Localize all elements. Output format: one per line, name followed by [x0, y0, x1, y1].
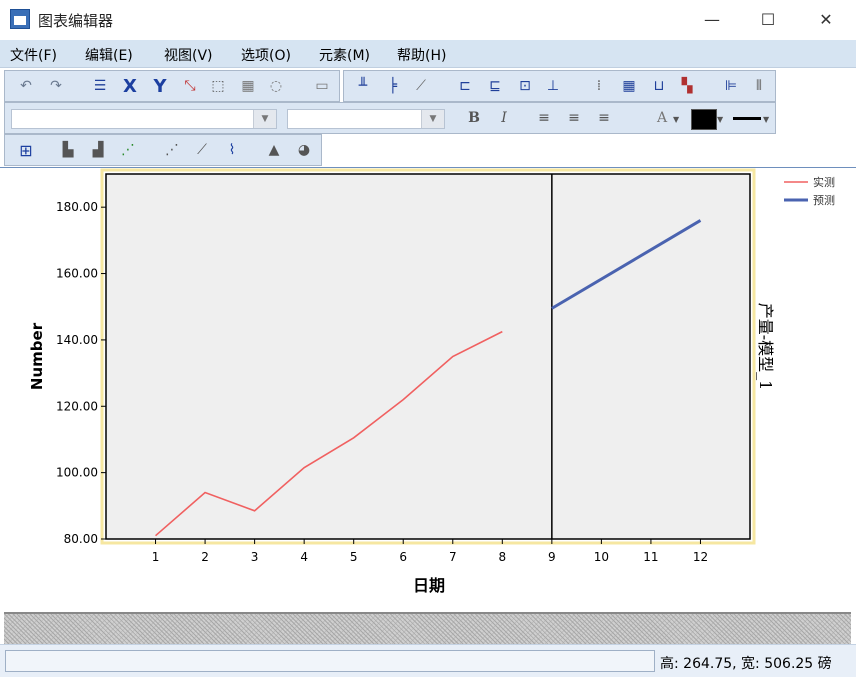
grid-icon[interactable]: ⁞: [590, 78, 608, 95]
chevron-down-icon[interactable]: ▼: [763, 115, 769, 124]
menu-help[interactable]: 帮助(H): [397, 45, 446, 65]
title-icon[interactable]: ⊏: [456, 78, 474, 95]
pie-chart-icon[interactable]: ◕: [295, 142, 313, 159]
fill-color-swatch[interactable]: [691, 109, 717, 130]
x-ref-line-icon[interactable]: ╞: [384, 78, 402, 95]
y-axis-icon[interactable]: Y: [151, 78, 169, 96]
scatter-color-icon[interactable]: ⋰: [119, 142, 137, 159]
table-grid-icon[interactable]: ▦: [620, 78, 638, 95]
format-toolbar: ▼ ▼ B I ≡ ≡ ≡ A ▼ ▼ ▼: [4, 102, 776, 134]
align-center-icon[interactable]: ≡: [565, 110, 583, 127]
x-tick-label: 3: [251, 550, 259, 564]
chart-editor-app-icon: [10, 9, 30, 29]
plot-area[interactable]: [105, 173, 751, 540]
scatter-fit-icon[interactable]: ⟋: [193, 142, 211, 159]
x-tick-label: 4: [300, 550, 308, 564]
italic-button[interactable]: I: [495, 110, 513, 127]
line-chart-icon[interactable]: ⌇: [223, 142, 241, 159]
chart-type-toolbar: ⊞ ▙ ▟ ⋰ ⋰ ⟋ ⌇ ▲ ◕: [4, 134, 322, 166]
x-tick-label: 1: [152, 550, 160, 564]
align-right-icon[interactable]: ≡: [595, 110, 613, 127]
chart-elements-toolbar: ╨ ╞ ⟋ ⊏ ⊑ ⊡ ⊥ ⁞ ▦ ⊔ ▚ ⊫ ⦀: [343, 70, 776, 102]
menu-bar: 文件(F) 编辑(E) 视图(V) 选项(O) 元素(M) 帮助(H): [0, 40, 856, 68]
scatter-icon[interactable]: ⋰: [163, 142, 181, 159]
legend[interactable]: 实测预测: [784, 175, 835, 207]
line-style-icon[interactable]: [733, 117, 761, 120]
x-tick-label: 7: [449, 550, 457, 564]
bar-order-icon[interactable]: ⊫: [722, 78, 740, 95]
status-message-field: [5, 650, 655, 672]
font-size-combo[interactable]: ▼: [287, 109, 445, 129]
y-tick-label: 160.00: [56, 267, 98, 281]
x-axis-icon[interactable]: X: [121, 78, 139, 96]
legend-label: 预测: [813, 194, 835, 207]
area-chart-icon[interactable]: ▲: [265, 142, 283, 159]
redo-icon[interactable]: ↷: [47, 78, 65, 95]
chevron-down-icon[interactable]: ▼: [717, 115, 723, 124]
maximize-button[interactable]: ☐: [740, 0, 796, 40]
y-ref-line-icon[interactable]: ╨: [354, 78, 372, 95]
menu-elements[interactable]: 元素(M): [319, 45, 370, 65]
title-bar: 图表编辑器 — ☐ ✕: [0, 0, 856, 41]
chart[interactable]: 80.00100.00120.00140.00160.00180.00 1234…: [0, 167, 856, 612]
x-tick-label: 12: [693, 550, 708, 564]
window-title: 图表编辑器: [38, 12, 114, 30]
y-tick-label: 140.00: [56, 333, 98, 347]
hide-icon[interactable]: ▭: [313, 78, 331, 95]
chevron-down-icon[interactable]: ▼: [253, 110, 276, 128]
y-tick-label: 120.00: [56, 399, 98, 413]
y-tick-label: 100.00: [56, 466, 98, 480]
bar-chart-icon[interactable]: ▙: [59, 142, 77, 159]
annotation-icon[interactable]: ⊡: [516, 78, 534, 95]
scale-icon[interactable]: ⤡: [181, 78, 199, 95]
minimize-button[interactable]: —: [684, 0, 740, 40]
close-button[interactable]: ✕: [798, 0, 854, 40]
bold-button[interactable]: B: [465, 110, 483, 127]
right-axis-title[interactable]: 产量-模型_1: [756, 303, 775, 391]
data-label-icon[interactable]: ⊔: [650, 78, 668, 95]
x-axis-label[interactable]: 日期: [413, 576, 445, 595]
textbox-icon[interactable]: ⊥: [544, 78, 562, 95]
legend-label: 实测: [813, 175, 835, 189]
chevron-down-icon[interactable]: ▼: [421, 110, 444, 128]
resize-icon[interactable]: ⬚: [209, 78, 227, 95]
edit-toolbar: ↶ ↷ ☰ X Y ⤡ ⬚ ▦ ◌ ▭: [4, 70, 340, 102]
properties-icon[interactable]: ☰: [91, 78, 109, 95]
y-tick-label: 180.00: [56, 200, 98, 214]
menu-options[interactable]: 选项(O): [241, 45, 291, 65]
status-dimensions: 高: 264.75, 宽: 506.25 磅: [660, 656, 832, 672]
chevron-down-icon[interactable]: ▼: [673, 115, 679, 124]
canvas-bottom-hatch: [4, 612, 851, 644]
text-color-button[interactable]: A: [653, 110, 671, 127]
menu-edit[interactable]: 编辑(E): [85, 45, 133, 65]
y-axis-label[interactable]: Number: [28, 322, 46, 390]
menu-file[interactable]: 文件(F): [10, 45, 57, 65]
x-tick-label: 6: [399, 550, 407, 564]
legend-icon[interactable]: ▚: [678, 78, 696, 95]
footnote-icon[interactable]: ⊑: [486, 78, 504, 95]
undo-icon[interactable]: ↶: [17, 78, 35, 95]
stacked-bar-icon[interactable]: ▟: [89, 142, 107, 159]
x-tick-label: 11: [643, 550, 658, 564]
x-tick-label: 2: [201, 550, 209, 564]
select-icon[interactable]: ⊞: [17, 142, 35, 159]
menu-view[interactable]: 视图(V): [164, 45, 213, 65]
align-left-icon[interactable]: ≡: [535, 110, 553, 127]
x-tick-label: 8: [498, 550, 506, 564]
lasso-icon[interactable]: ◌: [267, 78, 285, 95]
x-tick-label: 10: [594, 550, 609, 564]
x-tick-label: 9: [548, 550, 556, 564]
x-tick-label: 5: [350, 550, 358, 564]
font-family-combo[interactable]: ▼: [11, 109, 277, 129]
transpose-icon[interactable]: ▦: [239, 78, 257, 95]
y-tick-label: 80.00: [64, 532, 98, 546]
status-bar: 高: 264.75, 宽: 506.25 磅: [0, 644, 856, 677]
bar-stack-icon[interactable]: ⦀: [750, 78, 768, 95]
fit-line-icon[interactable]: ⟋: [412, 78, 430, 95]
